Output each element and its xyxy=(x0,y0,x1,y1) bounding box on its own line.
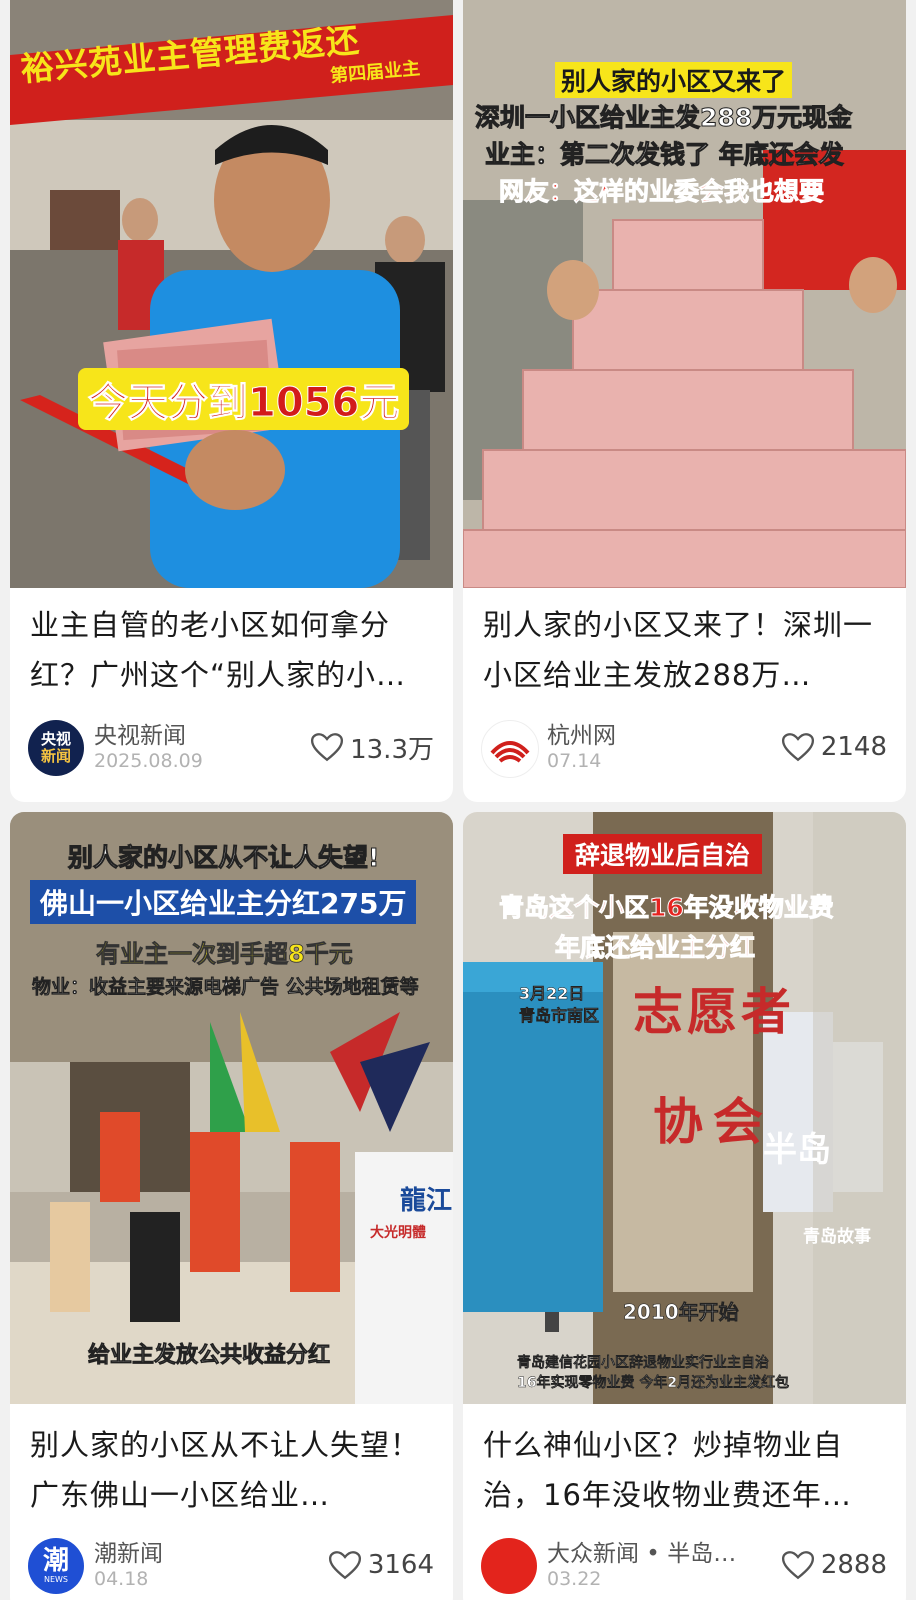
like-count: 13.3万 xyxy=(350,734,434,765)
card-title[interactable]: 什么神仙小区？炒掉物业自治，16年没收物业费还年… xyxy=(483,1420,888,1520)
like-button[interactable]: 13.3万 xyxy=(310,730,434,765)
overlay-bottom: 给业主发放公共收益分红 xyxy=(88,1343,331,1369)
overlay-line-1: 别人家的小区又来了 xyxy=(555,62,793,98)
card-thumbnail[interactable]: 别人家的小区从不让人失望! 佛山一小区给业主分红275万 有业主一次到手超8千元… xyxy=(10,812,453,1404)
overlay-line-1: 别人家的小区从不让人失望! xyxy=(67,843,380,873)
overlay-line-3: 业主：第二次发钱了 年底还会发 xyxy=(485,140,845,170)
like-count: 2148 xyxy=(820,732,887,762)
publish-date: 07.14 xyxy=(547,750,602,772)
publish-date: 04.18 xyxy=(94,1568,149,1590)
overlay-line-4: 物业：收益主要来源电梯广告 公共场地租赁等 xyxy=(32,976,419,999)
source-name[interactable]: 大众新闻 • 半岛… xyxy=(547,1534,736,1568)
card-meta: 杭州网 07.14 2148 xyxy=(481,716,891,778)
source-avatar[interactable]: 央视 新闻 xyxy=(28,720,84,776)
hangzhou-logo-icon xyxy=(490,741,530,763)
heart-icon xyxy=(781,733,814,762)
overlay-bottom-1: 青岛建信花园小区辞退物业实行业主自治 xyxy=(517,1355,769,1371)
feed-card-3[interactable]: 别人家的小区从不让人失望! 佛山一小区给业主分红275万 有业主一次到手超8千元… xyxy=(10,812,453,1600)
date-caption-1: 3月22日 xyxy=(519,984,585,1004)
year-caption: 2010年开始 xyxy=(623,1300,739,1325)
like-button[interactable]: 3164 xyxy=(328,1548,434,1582)
feed-card-4[interactable]: 辞退物业后自治 青岛这个小区16年没收物业费 年底还给业主分红 3月22日 青岛… xyxy=(463,812,906,1600)
card-title[interactable]: 业主自管的老小区如何拿分红？广州这个“别人家的小… xyxy=(30,600,435,700)
avatar-line-2: 新闻 xyxy=(40,747,71,765)
like-count: 3164 xyxy=(367,1550,434,1580)
source-avatar[interactable] xyxy=(481,1538,537,1594)
publish-date: 2025.08.09 xyxy=(94,750,203,772)
shirt-subtext: 大光明體 xyxy=(370,1225,426,1241)
heart-icon xyxy=(328,1551,361,1580)
card-meta: 大众新闻 • 半岛… 03.22 2888 xyxy=(481,1534,891,1594)
overlay-line-4: 网友：这样的业委会我也想要 xyxy=(498,177,825,207)
heart-icon xyxy=(781,1551,814,1580)
like-count: 2888 xyxy=(820,1550,887,1580)
source-avatar[interactable] xyxy=(481,720,539,778)
feed-card-2[interactable]: 别人家的小区又来了 深圳一小区给业主发288万元现金 业主：第二次发钱了 年底还… xyxy=(463,0,906,802)
feed-card-1[interactable]: 裕兴苑业主管理费返还 第四届业主 今天分到1056元 业主自管的老小区如何拿分红… xyxy=(10,0,453,802)
heart-icon xyxy=(311,733,344,762)
source-name[interactable]: 潮新闻 xyxy=(94,1534,163,1568)
card-title[interactable]: 别人家的小区又来了！深圳一小区给业主发放288万… xyxy=(483,600,888,700)
wall-text-1: 志愿者 xyxy=(633,983,795,1041)
overlay-bottom-2: 16年实现零物业费 今年2月还为业主发红包 xyxy=(517,1375,790,1391)
wall-text-2: 协会 xyxy=(653,1093,773,1151)
avatar-line-1: 潮 xyxy=(42,1546,69,1576)
brand-logo-text: 半岛 xyxy=(763,1130,831,1170)
overlay-line-3: 有业主一次到手超8千元 xyxy=(96,940,354,969)
card-thumbnail[interactable]: 辞退物业后自治 青岛这个小区16年没收物业费 年底还给业主分红 3月22日 青岛… xyxy=(463,812,906,1404)
avatar-line-1: 央视 xyxy=(40,730,71,748)
like-button[interactable]: 2888 xyxy=(781,1548,887,1582)
like-button[interactable]: 2148 xyxy=(781,730,887,764)
shirt-text: 龍江 xyxy=(400,1186,453,1216)
overlay-line-2: 深圳一小区给业主发288万元现金 xyxy=(474,103,853,133)
overlay-line-2: 青岛这个小区16年没收物业费 xyxy=(499,893,835,923)
feed-grid: 裕兴苑业主管理费返还 第四届业主 今天分到1056元 业主自管的老小区如何拿分红… xyxy=(0,0,916,1600)
card-thumbnail[interactable]: 别人家的小区又来了 深圳一小区给业主发288万元现金 业主：第二次发钱了 年底还… xyxy=(463,0,906,588)
card-thumbnail[interactable]: 裕兴苑业主管理费返还 第四届业主 今天分到1056元 xyxy=(10,0,453,588)
source-avatar[interactable]: 潮 NEWS xyxy=(28,1538,84,1594)
brand-logo-subtext: 青岛故事 xyxy=(803,1227,871,1247)
overlay-line-3: 年底还给业主分红 xyxy=(554,933,756,963)
source-name[interactable]: 央视新闻 xyxy=(94,716,186,750)
sticker-caption: 今天分到1056元 xyxy=(78,368,410,430)
card-title[interactable]: 别人家的小区从不让人失望！广东佛山一小区给业… xyxy=(30,1420,435,1520)
card-meta: 潮 NEWS 潮新闻 04.18 3164 xyxy=(28,1534,438,1594)
overlay-line-1: 辞退物业后自治 xyxy=(563,834,763,874)
publish-date: 03.22 xyxy=(547,1568,602,1590)
overlay-line-2: 佛山一小区给业主分红275万 xyxy=(30,880,417,924)
date-caption-2: 青岛市南区 xyxy=(519,1006,600,1026)
avatar-line-2: NEWS xyxy=(43,1575,69,1584)
source-name[interactable]: 杭州网 xyxy=(547,716,616,750)
card-meta: 央视 新闻 央视新闻 2025.08.09 13.3万 xyxy=(28,716,438,776)
